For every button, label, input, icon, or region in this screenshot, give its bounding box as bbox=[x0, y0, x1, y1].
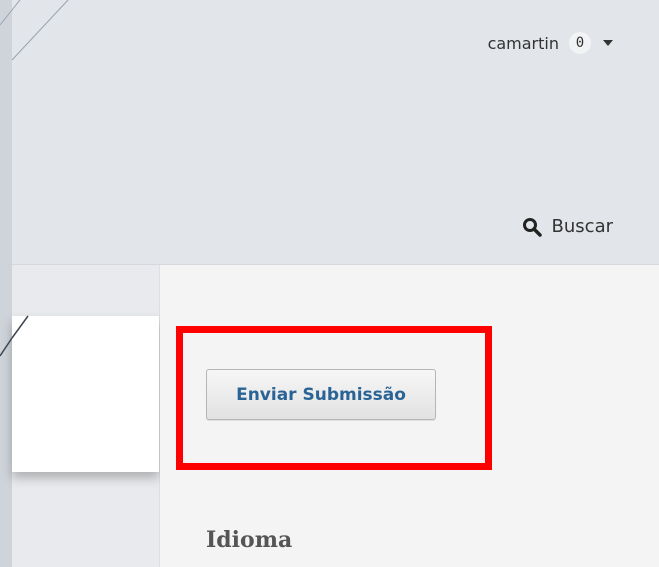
user-menu[interactable]: camartin 0 bbox=[488, 32, 613, 54]
search-icon[interactable] bbox=[522, 217, 542, 237]
submit-manuscript-button[interactable]: Enviar Submissão bbox=[206, 369, 436, 420]
page-frame: camartin 0 Buscar Enviar Submissão Idiom… bbox=[0, 0, 659, 567]
content-card bbox=[12, 316, 159, 472]
language-heading: Idioma bbox=[206, 527, 293, 553]
notification-count-badge[interactable]: 0 bbox=[569, 32, 591, 54]
search-label[interactable]: Buscar bbox=[552, 216, 613, 237]
site-header: camartin 0 Buscar bbox=[12, 0, 659, 265]
background-edge-strip bbox=[0, 0, 12, 567]
search-link[interactable]: Buscar bbox=[522, 216, 613, 237]
caret-down-icon[interactable] bbox=[603, 40, 613, 46]
username-label[interactable]: camartin bbox=[488, 34, 559, 53]
